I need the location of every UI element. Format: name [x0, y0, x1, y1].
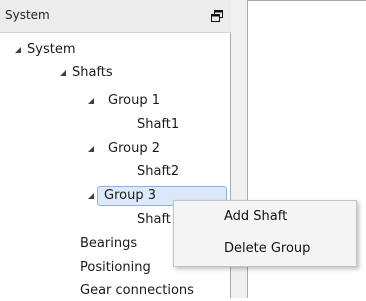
window-restore-icon[interactable]: [211, 10, 223, 22]
context-menu: Add Shaft Delete Group: [173, 200, 357, 267]
expanded-triangle-icon[interactable]: [88, 98, 94, 104]
menu-item-add-shaft[interactable]: Add Shaft: [224, 209, 287, 224]
expanded-triangle-icon[interactable]: [60, 70, 66, 76]
panel-title: System: [5, 8, 50, 22]
menu-item-delete-group[interactable]: Delete Group: [224, 241, 310, 256]
tree-item-label: Shaft1: [137, 117, 180, 132]
tree-item-label: Group 2: [108, 141, 160, 156]
tree-item-label: Positioning: [80, 260, 151, 275]
tree-item-label: System: [27, 42, 76, 57]
tree-item-label: Shafts: [72, 65, 113, 80]
expanded-triangle-icon[interactable]: [88, 146, 94, 152]
tree-item-label: Bearings: [80, 236, 138, 251]
tree-item-label: Gear connections: [80, 283, 194, 298]
tree-item-label: Shaft: [137, 212, 171, 227]
tree-item-label: Group 1: [108, 93, 160, 108]
tree-item-label: Shaft2: [137, 164, 180, 179]
tree-item-label: Group 3: [104, 188, 156, 203]
panel-header: System: [0, 0, 231, 33]
expanded-triangle-icon[interactable]: [88, 193, 94, 199]
expanded-triangle-icon[interactable]: [15, 47, 21, 53]
